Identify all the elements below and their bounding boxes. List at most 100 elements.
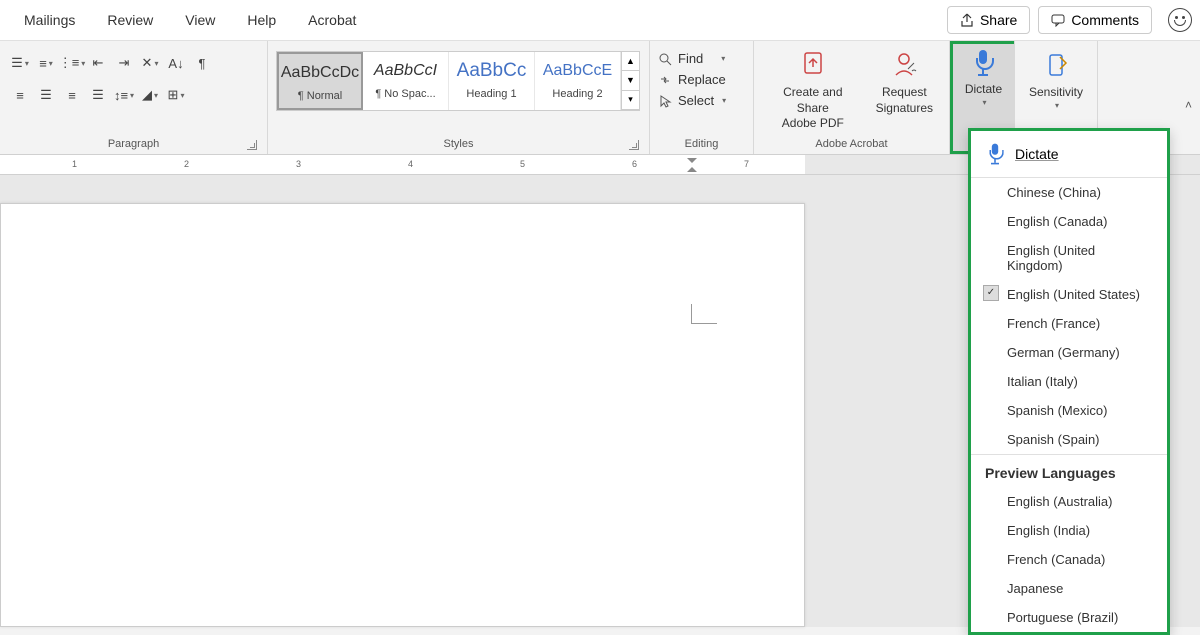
align-right-button[interactable]: ≡ — [60, 83, 84, 107]
style-normal[interactable]: AaBbCcDc ¶ Normal — [277, 52, 363, 110]
increase-indent-button[interactable]: ⇥ — [112, 51, 136, 75]
styles-expand[interactable]: ▾ — [622, 91, 639, 110]
lang-italian-italy[interactable]: Italian (Italy) — [971, 367, 1167, 396]
microphone-icon — [987, 144, 1003, 165]
document-page[interactable] — [0, 203, 805, 627]
numbering-button[interactable]: ≡▾ — [34, 51, 58, 75]
menu-bar: Mailings Review View Help Acrobat Share … — [0, 0, 1200, 41]
request-signatures-button[interactable]: Request Signatures — [868, 45, 941, 120]
lang-english-canada[interactable]: English (Canada) — [971, 207, 1167, 236]
comments-icon — [1051, 13, 1065, 27]
paragraph-dialog-launcher[interactable] — [247, 140, 257, 150]
lang-english-us[interactable]: English (United States) — [971, 280, 1167, 309]
ruler-tick: 3 — [296, 159, 301, 169]
multilevel-list-button[interactable]: ⋮≡▾ — [60, 51, 84, 75]
share-button[interactable]: Share — [947, 6, 1030, 34]
chevron-down-icon: ▾ — [1055, 101, 1059, 110]
style-name: ¶ No Spac... — [367, 88, 444, 100]
text-cursor — [691, 304, 717, 324]
lang-french-france[interactable]: French (France) — [971, 309, 1167, 338]
lang-portuguese-brazil[interactable]: Portuguese (Brazil) — [971, 603, 1167, 632]
style-preview: AaBbCc — [453, 58, 530, 84]
style-preview: AaBbCcE — [539, 58, 616, 84]
style-preview: AaBbCcI — [367, 58, 444, 84]
replace-button[interactable]: Replace — [658, 72, 726, 87]
ruler-tick: 6 — [632, 159, 637, 169]
menu-acrobat[interactable]: Acrobat — [292, 2, 372, 38]
show-paragraph-marks-button[interactable]: ¶ — [190, 51, 214, 75]
ruler-tick: 5 — [520, 159, 525, 169]
lang-english-australia[interactable]: English (Australia) — [971, 487, 1167, 516]
paragraph-group-label: Paragraph — [8, 136, 259, 152]
lang-french-canada[interactable]: French (Canada) — [971, 545, 1167, 574]
dictate-dropdown: Dictate Chinese (China) English (Canada)… — [968, 128, 1170, 635]
dictate-dropdown-header[interactable]: Dictate — [971, 131, 1167, 178]
chevron-down-icon: ▾ — [982, 98, 986, 107]
lang-german-germany[interactable]: German (Germany) — [971, 338, 1167, 367]
lang-english-india[interactable]: English (India) — [971, 516, 1167, 545]
dictate-dropdown-title: Dictate — [1015, 146, 1059, 162]
share-icon — [960, 13, 974, 27]
paragraph-group: ☰▾ ≡▾ ⋮≡▾ ⇤ ⇥ ✕▾ A↓ ¶ ≡ ☰ ≡ ☰ ↕≡▾ ◢▾ ⊞▾ … — [0, 41, 268, 154]
menu-view[interactable]: View — [169, 2, 231, 38]
feedback-smiley-icon[interactable] — [1168, 8, 1192, 32]
shading-button[interactable]: ◢▾ — [138, 83, 162, 107]
styles-scroll-up[interactable]: ▲ — [622, 52, 639, 71]
style-name: ¶ Normal — [283, 90, 357, 102]
cursor-icon — [658, 94, 672, 108]
signature-icon — [888, 49, 920, 81]
style-heading1[interactable]: AaBbCc Heading 1 — [449, 52, 535, 110]
borders-button[interactable]: ⊞▾ — [164, 83, 188, 107]
styles-gallery[interactable]: AaBbCcDc ¶ Normal AaBbCcI ¶ No Spac... A… — [276, 51, 640, 111]
pdf-share-icon — [797, 49, 829, 81]
menu-help[interactable]: Help — [231, 2, 292, 38]
align-center-button[interactable]: ☰ — [34, 83, 58, 107]
adobe-acrobat-group: Create and Share Adobe PDF Request Signa… — [754, 41, 950, 154]
sensitivity-icon — [1040, 49, 1072, 81]
select-button[interactable]: Select▾ — [658, 93, 726, 108]
ruler-tick: 1 — [72, 159, 77, 169]
style-heading2[interactable]: AaBbCcE Heading 2 — [535, 52, 621, 110]
lang-spanish-spain[interactable]: Spanish (Spain) — [971, 425, 1167, 454]
share-label: Share — [980, 12, 1017, 28]
ruler-tick: 4 — [408, 159, 413, 169]
top-right-controls: Share Comments — [947, 6, 1192, 34]
styles-scroll-down[interactable]: ▼ — [622, 71, 639, 90]
ruler-tick: 2 — [184, 159, 189, 169]
asian-layout-button[interactable]: ✕▾ — [138, 51, 162, 75]
style-preview: AaBbCcDc — [283, 60, 357, 86]
line-spacing-button[interactable]: ↕≡▾ — [112, 83, 136, 107]
indent-marker-icon[interactable] — [686, 157, 698, 173]
justify-button[interactable]: ☰ — [86, 83, 110, 107]
collapse-ribbon-button[interactable]: ˄ — [1185, 98, 1192, 112]
decrease-indent-button[interactable]: ⇤ — [86, 51, 110, 75]
menu-items: Mailings Review View Help Acrobat — [8, 2, 372, 38]
style-name: Heading 1 — [453, 88, 530, 100]
preview-languages-header: Preview Languages — [971, 454, 1167, 487]
editing-group: Find▾ Replace Select▾ Editing — [650, 41, 754, 154]
bullets-button[interactable]: ☰▾ — [8, 51, 32, 75]
menu-mailings[interactable]: Mailings — [8, 2, 91, 38]
comments-button[interactable]: Comments — [1038, 6, 1152, 34]
align-left-button[interactable]: ≡ — [8, 83, 32, 107]
sort-button[interactable]: A↓ — [164, 51, 188, 75]
lang-japanese[interactable]: Japanese — [971, 574, 1167, 603]
menu-review[interactable]: Review — [91, 2, 169, 38]
create-share-pdf-button[interactable]: Create and Share Adobe PDF — [762, 45, 864, 136]
create-share-pdf-label: Create and Share Adobe PDF — [770, 85, 856, 132]
ruler-tick: 7 — [744, 159, 749, 169]
styles-dialog-launcher[interactable] — [629, 140, 639, 150]
adobe-acrobat-group-label: Adobe Acrobat — [762, 136, 941, 152]
styles-scroll: ▲ ▼ ▾ — [621, 52, 639, 110]
sensitivity-label: Sensitivity — [1029, 85, 1083, 101]
microphone-icon — [973, 50, 993, 76]
editing-group-label: Editing — [658, 136, 745, 152]
style-no-spacing[interactable]: AaBbCcI ¶ No Spac... — [363, 52, 449, 110]
search-icon — [658, 52, 672, 66]
lang-english-uk[interactable]: English (United Kingdom) — [971, 236, 1167, 280]
lang-chinese-china[interactable]: Chinese (China) — [971, 178, 1167, 207]
lang-spanish-mexico[interactable]: Spanish (Mexico) — [971, 396, 1167, 425]
style-name: Heading 2 — [539, 88, 616, 100]
request-signatures-label: Request Signatures — [876, 85, 933, 116]
find-button[interactable]: Find▾ — [658, 51, 726, 66]
